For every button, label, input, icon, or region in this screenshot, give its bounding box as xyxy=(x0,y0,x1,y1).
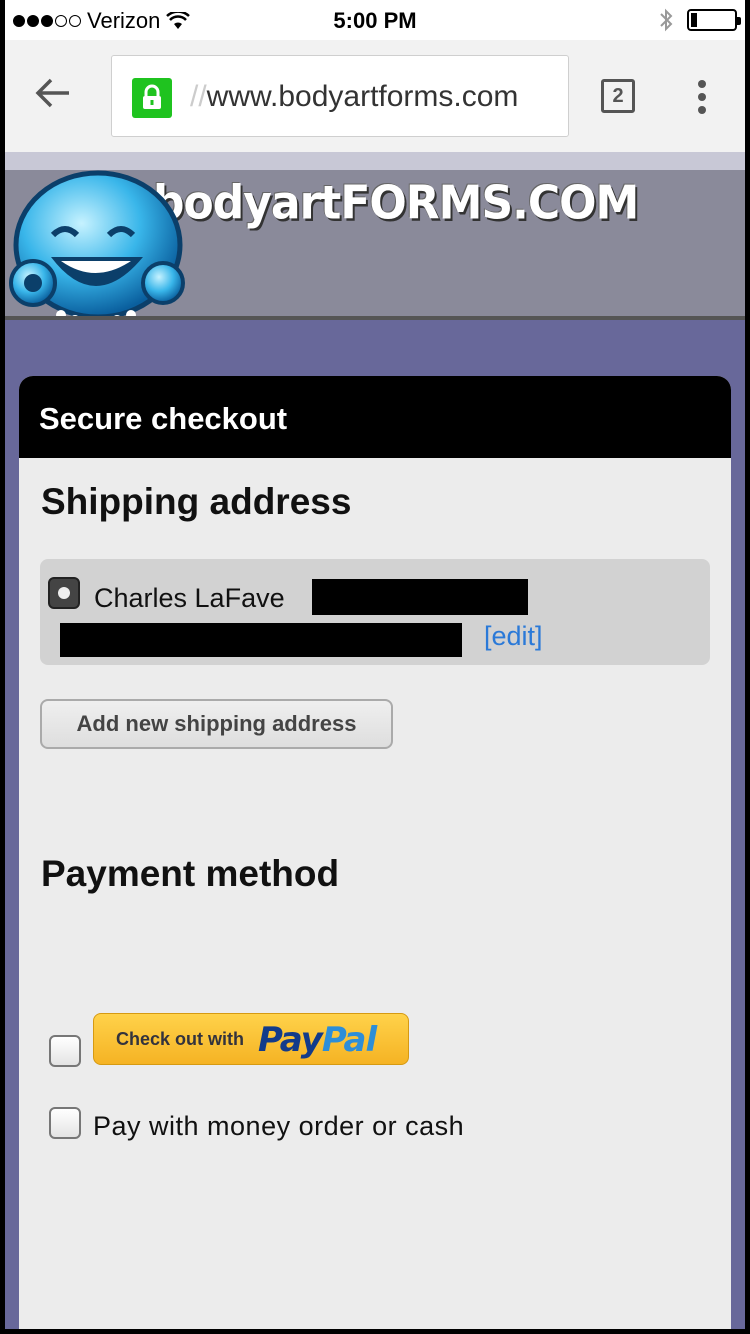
browser-toolbar: //www.bodyartforms.com 2 xyxy=(5,40,745,152)
payment-title: Payment method xyxy=(41,853,340,894)
menu-icon[interactable] xyxy=(698,80,708,114)
paypal-logo: PayPal xyxy=(258,1020,377,1060)
address-radio[interactable] xyxy=(48,577,80,609)
site-logo[interactable]: bodyartFORMS.COM xyxy=(153,177,639,231)
money-order-checkbox[interactable] xyxy=(49,1107,81,1139)
lock-icon xyxy=(132,78,172,118)
paypal-checkbox[interactable] xyxy=(49,1035,81,1067)
site-header: bodyartFORMS.COM xyxy=(5,152,745,327)
edit-address-link[interactable]: [edit] xyxy=(484,621,543,652)
screen: Verizon 5:00 PM //www.bodyartforms.com 2… xyxy=(5,0,745,1329)
tab-switcher-button[interactable]: 2 xyxy=(601,79,635,113)
battery-icon xyxy=(687,9,741,31)
shipping-address-option[interactable]: Charles LaFave [edit] xyxy=(40,559,710,665)
status-bar: Verizon 5:00 PM xyxy=(5,0,745,40)
clock: 5:00 PM xyxy=(333,8,417,33)
redacted-block xyxy=(60,623,462,657)
url-text: //www.bodyartforms.com xyxy=(190,80,519,113)
back-button[interactable] xyxy=(35,76,75,116)
add-shipping-address-button[interactable]: Add new shipping address xyxy=(40,699,393,749)
money-order-label[interactable]: Pay with money order or cash xyxy=(93,1111,464,1142)
paypal-small-label: Check out with xyxy=(116,1029,245,1049)
checkout-header: Secure checkout xyxy=(19,376,731,458)
paypal-checkout-button[interactable]: Check out with PayPal xyxy=(93,1013,409,1065)
address-name: Charles LaFave xyxy=(94,583,285,613)
address-bar[interactable]: //www.bodyartforms.com xyxy=(111,55,569,137)
bluetooth-icon xyxy=(660,8,673,32)
shipping-title: Shipping address xyxy=(41,481,352,522)
redacted-block xyxy=(312,579,528,615)
buddha-mascot-logo[interactable] xyxy=(5,165,193,330)
page-body: Secure checkout Shipping address Charles… xyxy=(5,320,745,1329)
arrow-left-icon xyxy=(35,78,69,108)
status-right xyxy=(659,8,741,32)
checkout-card: Secure checkout Shipping address Charles… xyxy=(19,376,731,1329)
